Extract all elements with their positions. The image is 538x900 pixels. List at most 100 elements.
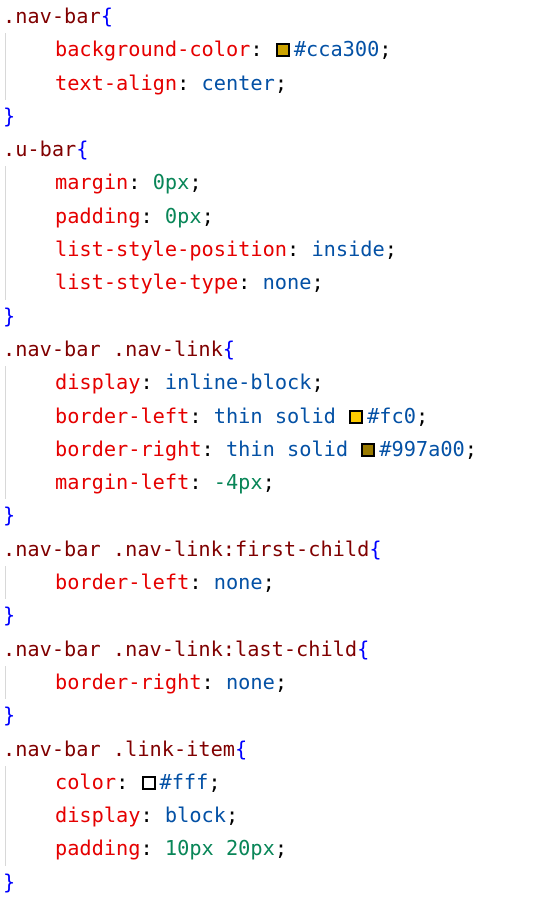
css-value: -4px [213,470,263,495]
css-value: thin solid [225,436,361,461]
colon: : [189,570,202,595]
close-brace: } [3,869,16,894]
open-brace: { [100,4,113,28]
close-brace: } [3,703,16,728]
code-line-declaration[interactable]: border-left: thin solid #fc0; [0,399,538,433]
css-value: #cca300 [293,37,380,62]
css-value: none [225,669,275,694]
code-editor[interactable]: .nav-bar{background-color: #cca300; text-… [0,0,538,900]
indent-guide [5,432,6,467]
css-selector: .nav-bar .nav-link [3,336,223,361]
css-value: #fff [159,769,209,794]
colon: : [250,37,263,62]
indent-guide [5,799,6,833]
colon: : [177,70,190,95]
css-property: display [55,370,141,395]
code-line-close[interactable]: } [0,599,538,632]
indent-guide [5,832,6,866]
code-line-selector[interactable]: .nav-bar .nav-link:last-child{ [0,633,538,666]
css-value: #fc0 [367,403,416,428]
semicolon: ; [311,270,324,295]
semicolon: ; [262,470,275,495]
css-value: 0px [164,203,202,228]
indent-guide [5,399,6,433]
colon: : [238,270,251,295]
indent-guide [5,366,6,400]
close-brace: } [3,303,16,328]
semicolon: ; [274,836,288,861]
color-swatch-icon[interactable] [141,775,156,790]
css-property: border-left [55,570,190,595]
semicolon: ; [415,403,429,428]
css-property: list-style-type [55,270,239,295]
code-line-declaration[interactable]: text-align: center; [0,66,538,100]
semicolon: ; [189,170,202,195]
code-line-declaration[interactable]: display: block; [0,799,538,833]
css-selector: .nav-bar .nav-link:first-child [3,536,370,561]
css-property: padding [55,836,141,861]
code-line-selector[interactable]: .u-bar{ [0,133,538,166]
code-line-declaration[interactable]: margin-left: -4px; [0,466,538,500]
code-line-declaration[interactable]: padding: 0px; [0,199,538,234]
semicolon: ; [201,203,214,228]
css-selector: .nav-bar [3,4,101,28]
semicolon: ; [384,237,397,262]
code-line-close[interactable]: } [0,300,538,333]
indent-guide [5,66,6,100]
css-property: padding [55,203,141,228]
code-line-declaration[interactable]: border-right: none; [0,665,538,700]
css-value: inline-block [164,370,312,395]
color-swatch-icon[interactable] [361,442,376,457]
code-line-close[interactable]: } [0,866,538,899]
code-line-selector[interactable]: .nav-bar .nav-link{ [0,333,538,366]
indent-guide [5,199,6,234]
code-line-declaration[interactable]: margin: 0px; [0,166,538,200]
css-value: none [213,570,263,595]
code-line-declaration[interactable]: list-style-position: inside; [0,233,538,267]
code-line-close[interactable]: } [0,699,538,732]
semicolon: ; [208,769,221,794]
color-swatch-icon[interactable] [275,43,290,58]
colon: : [189,403,202,428]
css-property: color [55,769,117,794]
close-brace: } [3,603,16,628]
code-line-declaration[interactable]: list-style-type: none; [0,266,538,300]
semicolon: ; [464,436,477,461]
indent-guide [5,466,6,500]
css-property: text-align [55,70,178,95]
code-line-declaration[interactable]: border-right: thin solid #997a00; [0,432,538,467]
code-line-close[interactable]: } [0,100,538,133]
code-line-declaration[interactable]: padding: 10px 20px; [0,832,538,866]
colon: : [140,836,153,861]
css-property: margin [55,170,129,195]
code-line-close[interactable]: } [0,499,538,532]
css-value: block [164,803,226,828]
indent-guide [5,665,6,700]
code-line-selector[interactable]: .nav-bar .link-item{ [0,733,538,766]
colon: : [201,669,214,694]
color-swatch-icon[interactable] [349,409,364,424]
css-value: center [201,70,275,95]
semicolon: ; [379,37,392,62]
colon: : [189,470,202,495]
css-property: border-right [55,436,202,461]
css-property: margin-left [55,470,190,495]
colon: : [287,237,300,262]
css-selector: .u-bar [3,137,77,162]
code-line-declaration[interactable]: color: #fff; [0,765,538,800]
css-value: thin solid [213,403,349,428]
css-property: display [55,803,141,828]
open-brace: { [357,636,370,661]
css-value: none [262,270,312,295]
code-line-selector[interactable]: .nav-bar{ [0,0,538,33]
indent-guide [5,33,6,67]
indent-guide [5,765,6,800]
code-line-declaration[interactable]: background-color: #cca300; [0,33,538,67]
semicolon: ; [262,570,275,595]
css-selector: .nav-bar .link-item [3,736,235,761]
colon: : [140,370,153,395]
code-line-declaration[interactable]: display: inline-block; [0,366,538,400]
code-line-declaration[interactable]: border-left: none; [0,566,538,600]
colon: : [116,769,129,794]
code-line-selector[interactable]: .nav-bar .nav-link:first-child{ [0,533,538,566]
